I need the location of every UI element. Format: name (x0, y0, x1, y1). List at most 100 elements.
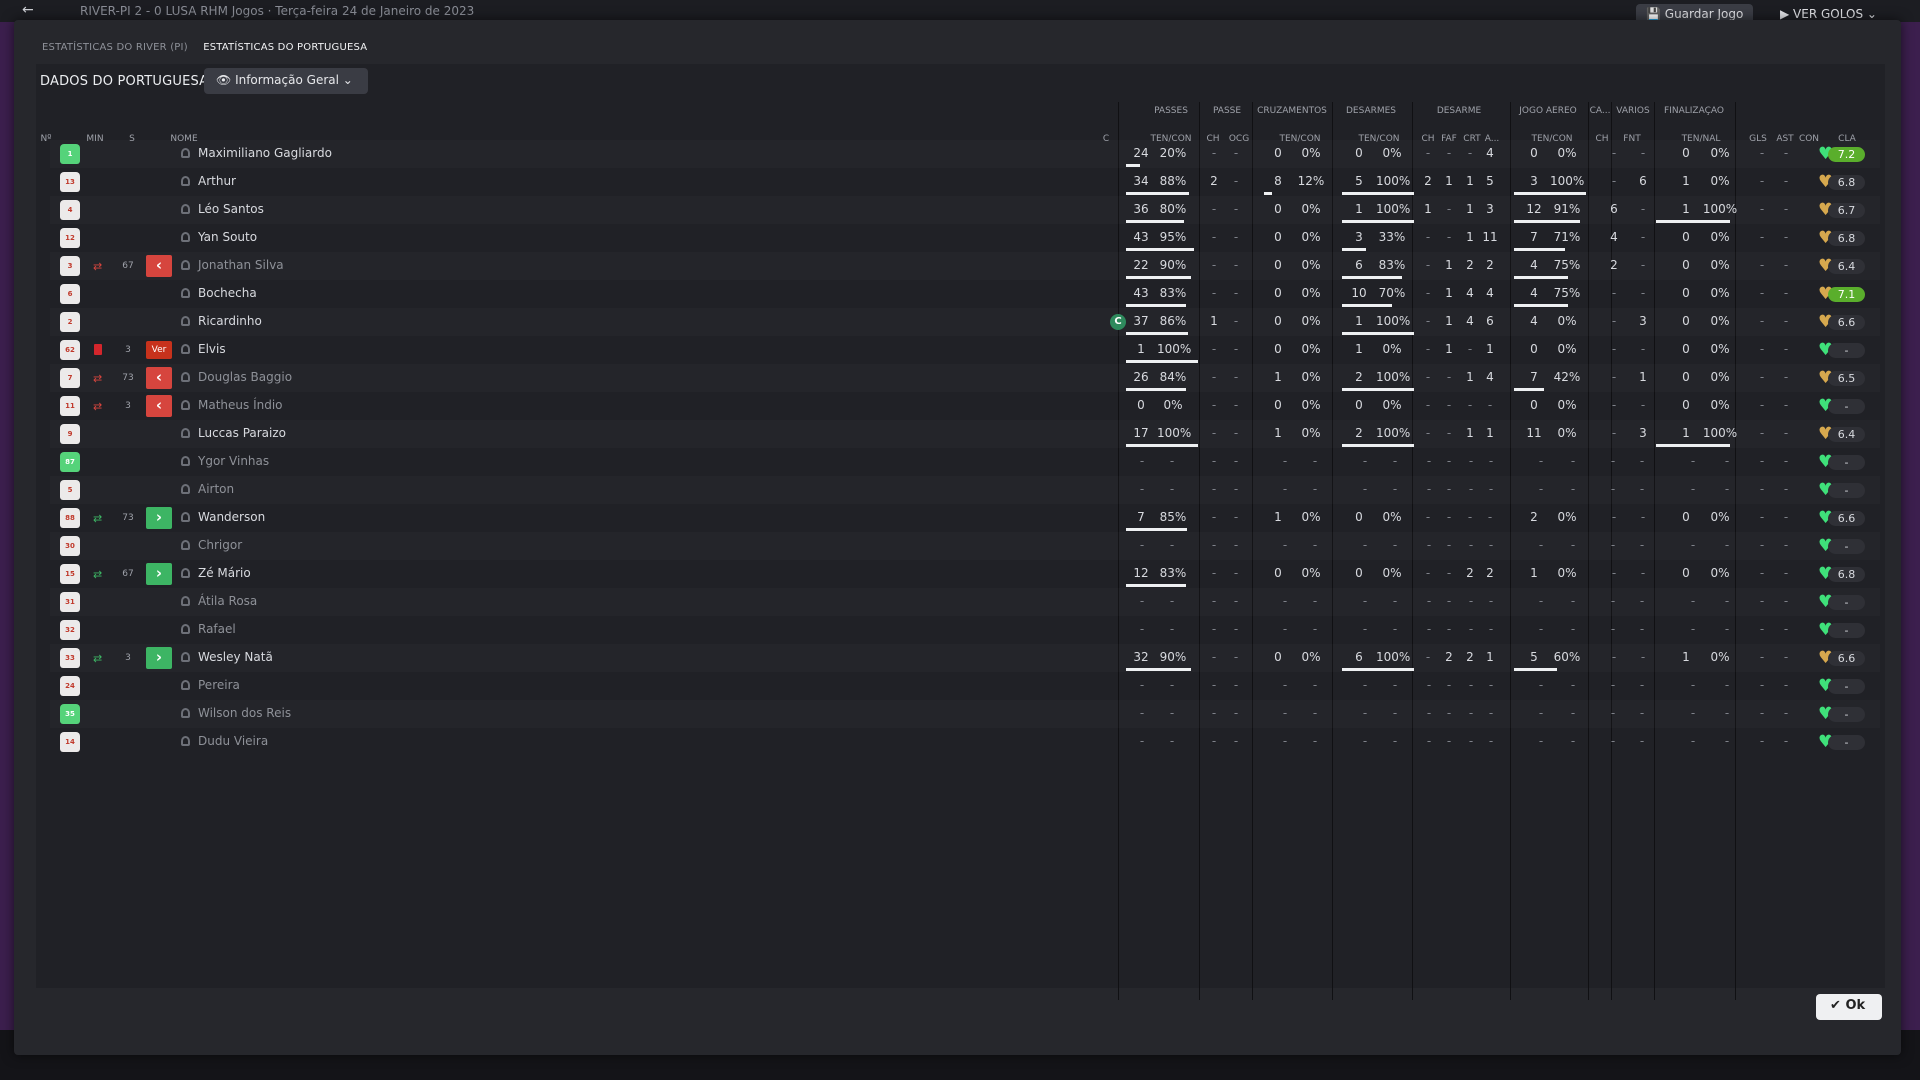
table-row[interactable]: 35 Wilson dos Reis - - - - - - - - - - - - - - - - - - - - ♥ - (50, 700, 1880, 728)
table-row[interactable]: 62 3 Ver Elvis 1 100% - -0 0% 1 0% -1-1 0 0% - -0 0% - - ♥ - (50, 336, 1880, 364)
tab-river-stats[interactable]: ESTATÍSTICAS DO RIVER (PI) (42, 42, 188, 53)
player-icon (181, 148, 190, 158)
stat-empty: - (1724, 678, 1730, 692)
table-row[interactable]: 6 Bochecha 43 83% - -0 0% 10 70% -1 4 4 4 75% - -0 0% - - ♥… (50, 280, 1880, 308)
stat-empty: - (1724, 538, 1730, 552)
stat-passes-pct: 90% (1159, 650, 1187, 664)
stat-empty: - (1233, 734, 1239, 748)
view-dropdown-label: Informação Geral (235, 73, 339, 87)
stat-cards: 4 (1466, 286, 1474, 300)
player-name[interactable]: Arthur (198, 174, 236, 188)
table-row[interactable]: 5 Airton - - - - - - - - - - - - - - - - - - - - ♥ - (50, 476, 1880, 504)
stat-assists: - (1783, 258, 1789, 272)
stat-tackles-key: - (1425, 650, 1431, 664)
player-name[interactable]: Ricardinho (198, 314, 262, 328)
player-name[interactable]: Douglas Baggio (198, 370, 292, 384)
back-arrow-icon[interactable]: ← (22, 2, 34, 18)
table-row[interactable]: 14 Dudu Vieira - - - - - - - - - - - - - - - - - - - - ♥ - (50, 728, 1880, 756)
stat-bar-fill (1514, 192, 1586, 195)
table-row[interactable]: 15 ⇄ 67 › Zé Mário 12 83% - -0 0% 0 0% - -2 2 1 0% - -0 0% -… (50, 560, 1880, 588)
stat-empty: - (1468, 482, 1474, 496)
player-name[interactable]: Átila Rosa (198, 594, 257, 608)
stat-headers-attempted: 11 (1526, 426, 1542, 440)
stat-cards: 1 (1466, 174, 1474, 188)
stat-empty: - (1759, 454, 1765, 468)
player-name[interactable]: Wilson dos Reis (198, 706, 291, 720)
table-row[interactable]: 30 Chrigor - - - - - - - - - - - - - - - - - - - - ♥ - (50, 532, 1880, 560)
table-row[interactable]: 13 Arthur 34 88% 2-8 12% 5 100% 2 1 1 5 3 100% -6 1 0% - -… (50, 168, 1880, 196)
player-name[interactable]: Bochecha (198, 286, 257, 300)
stat-crosses-attempted: 0 (1274, 398, 1282, 412)
stat-bar-fill (1342, 444, 1414, 447)
stat-tackles-key: - (1425, 286, 1431, 300)
tab-portuguesa-stats[interactable]: ESTATÍSTICAS DO PORTUGUESA (203, 42, 367, 53)
table-row[interactable]: 87 Ygor Vinhas - - - - - - - - - - - - - - - - - - - - ♥ - (50, 448, 1880, 476)
stat-bar (1656, 388, 1730, 391)
player-name[interactable]: Jonathan Silva (198, 258, 284, 272)
stat-bar-fill (1514, 248, 1566, 251)
stat-tackles-attempted: 0 (1355, 510, 1363, 524)
player-rating: - (1828, 399, 1865, 414)
match-info: RIVER-PI 2 - 0 LUSA RHM Jogos · Terça-fe… (80, 4, 475, 18)
stat-bar-fill (1126, 444, 1198, 447)
player-icon (181, 680, 190, 690)
table-row[interactable]: 32 Rafael - - - - - - - - - - - - - - - - - - - - ♥ - (50, 616, 1880, 644)
player-rating: 7.2 (1828, 147, 1865, 162)
player-name[interactable]: Zé Mário (198, 566, 251, 580)
table-row[interactable]: 31 Átila Rosa - - - - - - - - - - - - - - - - - - - - ♥ - (50, 588, 1880, 616)
player-name[interactable]: Léo Santos (198, 202, 264, 216)
player-name[interactable]: Wesley Natã (198, 650, 273, 664)
table-row[interactable]: 88 ⇄ 73 › Wanderson 7 85% - -1 0% 0 0% - - - -2 0% - -0 0% -… (50, 504, 1880, 532)
table-row[interactable]: 1 Maximiliano Gagliardo 24 20% - -0 0% 0 0% - - -4 0… (50, 140, 1880, 168)
stat-fouls: 1 (1445, 286, 1453, 300)
stat-empty: - (1282, 678, 1288, 692)
table-row[interactable]: 2 Ricardinho C 37 86% 1-0 0% 1 100% -1 4 6 4 0% -3 0 0% -… (50, 308, 1880, 336)
player-name[interactable]: Luccas Paraizo (198, 426, 286, 440)
player-name[interactable]: Maximiliano Gagliardo (198, 146, 332, 160)
table-row[interactable]: 4 Léo Santos 36 80% - -0 0% 1 100% 1-1 3 12 91% 6-1 10… (50, 196, 1880, 224)
ok-button[interactable]: ✔ Ok (1816, 994, 1882, 1020)
stat-empty: - (1392, 678, 1398, 692)
table-row[interactable]: 24 Pereira - - - - - - - - - - - - - - - - - - - - ♥ - (50, 672, 1880, 700)
stat-shots-pct: 0% (1710, 230, 1730, 244)
shirt-number-icon: 13 (60, 172, 80, 192)
stat-aerial-a: 4 (1486, 286, 1494, 300)
stat-empty: - (1282, 706, 1288, 720)
stat-empty: - (1362, 594, 1368, 608)
player-name[interactable]: Dudu Vieira (198, 734, 268, 748)
view-dropdown[interactable]: 👁 Informação Geral ⌄ (204, 68, 368, 94)
stat-crosses-attempted: 0 (1274, 202, 1282, 216)
player-name[interactable]: Rafael (198, 622, 236, 636)
table-row[interactable]: 7 ⇄ 73 ‹ Douglas Baggio 26 84% - -1 0% 2 100% - -1 4 7 4… (50, 364, 1880, 392)
stat-empty: - (1468, 538, 1474, 552)
stat-aerial-a: 11 (1482, 230, 1498, 244)
stat-empty: - (1139, 482, 1145, 496)
stat-shots: 0 (1682, 286, 1690, 300)
player-name[interactable]: Pereira (198, 678, 240, 692)
stat-cards: 1 (1466, 202, 1474, 216)
table-row[interactable]: 33 ⇄ 3 › Wesley Natã 32 90% - -0 0% 6 100% -2 2 1 5 60% -… (50, 644, 1880, 672)
player-name[interactable]: Ygor Vinhas (198, 454, 269, 468)
stat-empty: - (1724, 706, 1730, 720)
stat-shots: 0 (1682, 258, 1690, 272)
player-name[interactable]: Chrigor (198, 538, 242, 552)
player-name[interactable]: Yan Souto (198, 230, 257, 244)
table-row[interactable]: 9 Luccas Paraizo 17 100% - -1 0% 2 100% - -1 1 11 0% -… (50, 420, 1880, 448)
stat-crosses-pct: 0% (1301, 566, 1321, 580)
player-name[interactable]: Airton (198, 482, 234, 496)
player-name[interactable]: Matheus Índio (198, 398, 283, 412)
stat-empty: - (1468, 622, 1474, 636)
stat-bar (1656, 360, 1730, 363)
table-row[interactable]: 11 ⇄ 3 ‹ Matheus Índio 0 0% - -0 0% 0 0% - - - -0 0% - -0 0… (50, 392, 1880, 420)
player-name[interactable]: Elvis (198, 342, 226, 356)
stat-goals: - (1759, 650, 1765, 664)
table-row[interactable]: 12 Yan Souto 43 95% - -0 0% 3 33% - -1 11 7 71% 4-0 0% -… (50, 224, 1880, 252)
stat-tackles-attempted: 2 (1355, 426, 1363, 440)
stat-empty: - (1639, 622, 1645, 636)
stat-empty: - (1690, 538, 1696, 552)
stat-fouls: 1 (1445, 314, 1453, 328)
table-row[interactable]: 3 ⇄ 67 ‹ Jonathan Silva 22 90% - -0 0% 6 83% -1 2 2 4 75… (50, 252, 1880, 280)
player-name[interactable]: Wanderson (198, 510, 265, 524)
stat-passes-pct: 100% (1157, 342, 1192, 356)
stat-fnt: - (1640, 650, 1646, 664)
